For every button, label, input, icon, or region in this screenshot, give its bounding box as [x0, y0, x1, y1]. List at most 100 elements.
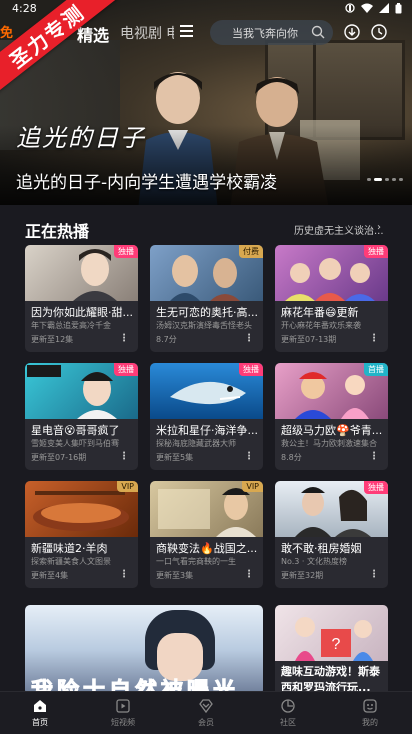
video-card[interactable]: 独播 因为你如此耀眼·甜... 年下霸总追爱高冷千金 更新至12集 ⋮: [25, 245, 138, 352]
card-subtitle: 探索新疆美食人文图景: [31, 557, 111, 566]
video-card[interactable]: VIP 商鞅变法🔥战国之... 一口气看完商鞅的一生 更新至3集 ⋮: [150, 481, 263, 588]
card-title: 新疆味道2·羊肉: [31, 542, 108, 555]
carousel-dots: [367, 178, 403, 181]
signal-icon: [379, 3, 389, 13]
card-badge: 独播: [239, 363, 263, 376]
video-card[interactable]: 独播 星电音😵哥哥疯了 雪姬变美人集吓到马伯骞 更新至07-16期 ⋮: [25, 363, 138, 470]
carousel-dot: [385, 178, 389, 181]
more-options-icon[interactable]: ⋮: [369, 569, 379, 580]
chevron-right-icon[interactable]: ›: [377, 222, 381, 233]
svg-text:?: ?: [332, 636, 341, 653]
card-episode: 8.8分: [281, 453, 302, 462]
card-badge: 独播: [364, 481, 388, 494]
card-badge: 付费: [239, 245, 263, 258]
card-thumbnail: 独播: [275, 481, 388, 537]
card-title: 米拉和星仔·海洋争...: [156, 424, 258, 437]
bottom-tab-label: 首页: [32, 718, 48, 727]
card-episode: 更新至12集: [31, 335, 74, 344]
community-icon: [281, 699, 295, 713]
featured-video-card[interactable]: 我险士自然被曝光: [25, 605, 263, 695]
video-card[interactable]: 独播 米拉和星仔·海洋争... 探秘海底隐藏武器大师 更新至5集 ⋮: [150, 363, 263, 470]
bottom-tab-home[interactable]: 首页: [20, 698, 60, 728]
status-time: 4:28: [12, 1, 37, 15]
tab-partial-left[interactable]: 免: [0, 22, 13, 41]
card-subtitle: No.3 · 文化热度榜: [281, 557, 347, 566]
menu-icon[interactable]: [180, 24, 193, 38]
status-icons: [345, 2, 402, 14]
hero-show-logo: 追光的日子: [16, 124, 146, 152]
card-badge: 独播: [114, 245, 138, 258]
card-subtitle: 一口气看完商鞅的一生: [156, 557, 236, 566]
bottom-tab-community[interactable]: 社区: [268, 698, 308, 728]
download-icon[interactable]: [344, 24, 360, 40]
bottom-tab-profile[interactable]: 我的: [350, 698, 390, 728]
profile-icon: [363, 699, 377, 713]
card-episode: 8.7分: [156, 335, 177, 344]
history-icon[interactable]: [371, 24, 387, 40]
bottom-tab-label: 我的: [362, 718, 378, 727]
video-card[interactable]: 独播 敢不敢·租房婚姻 No.3 · 文化热度榜 更新至32期 ⋮: [275, 481, 388, 588]
bottom-tab-label: 会员: [198, 718, 214, 727]
card-title: 生无可恋的奥托·高...: [156, 306, 258, 319]
vip-diamond-icon: [199, 699, 213, 714]
wifi-icon: [361, 3, 373, 13]
section-more-link[interactable]: 历史虚无主义谈治...: [294, 222, 384, 237]
card-episode: 更新至3集: [156, 571, 194, 580]
carousel-dot: [399, 178, 403, 181]
card-episode: 更新至07-16期: [31, 453, 87, 462]
card-thumbnail: 付费: [150, 245, 263, 301]
card-title: 星电音😵哥哥疯了: [31, 424, 120, 437]
more-options-icon[interactable]: ⋮: [119, 569, 129, 580]
more-options-icon[interactable]: ⋮: [119, 451, 129, 462]
short-video-icon: [116, 699, 130, 713]
card-episode: 更新至07-13期: [281, 335, 337, 344]
card-subtitle: 开心麻花年番欢乐来袭: [281, 321, 361, 330]
search-placeholder: 当我飞奔向你: [232, 26, 298, 40]
more-options-icon[interactable]: ⋮: [369, 333, 379, 344]
carousel-dot: [367, 178, 371, 181]
bottom-navigation: 首页 短视频 会员 社区 我的: [0, 691, 412, 734]
tab-tv-series[interactable]: 电视剧: [120, 23, 162, 43]
card-title: 超级马力欧🍄爷青...: [281, 424, 383, 437]
card-title: 因为你如此耀眼·甜...: [31, 306, 133, 319]
card-badge: 独播: [114, 363, 138, 376]
tab-partial-right[interactable]: 电: [166, 23, 174, 43]
card-subtitle: 探秘海底隐藏武器大师: [156, 439, 236, 448]
card-thumbnail: VIP: [25, 481, 138, 537]
hero-title[interactable]: 追光的日子-内向学生遭遇学校霸凌: [16, 168, 277, 193]
more-options-icon[interactable]: ⋮: [244, 451, 254, 462]
card-thumbnail: 独播: [275, 245, 388, 301]
search-icon[interactable]: [311, 25, 325, 39]
card-episode: 更新至32期: [281, 571, 324, 580]
card-badge: 首播: [364, 363, 388, 376]
card-thumbnail: 独播: [25, 363, 138, 419]
more-options-icon[interactable]: ⋮: [369, 451, 379, 462]
card-episode: 更新至4集: [31, 571, 69, 580]
search-bar[interactable]: 当我飞奔向你: [210, 20, 333, 45]
card-thumbnail: 独播: [25, 245, 138, 301]
video-card[interactable]: 付费 生无可恋的奥托·高... 汤姆汉克斯演绎毒舌怪老头 8.7分 ⋮: [150, 245, 263, 352]
card-subtitle: 雪姬变美人集吓到马伯骞: [31, 439, 119, 448]
card-subtitle: 救公主！马力欧刺激速集合: [281, 439, 377, 448]
card-subtitle: 汤姆汉克斯演绎毒舌怪老头: [156, 321, 252, 330]
video-card[interactable]: ? 趣味互动游戏！斯泰西和罗玛流行玩...: [275, 605, 388, 700]
bottom-tab-short-video[interactable]: 短视频: [103, 698, 143, 728]
card-badge: 独播: [364, 245, 388, 258]
card-title: 麻花年番😄更新: [281, 306, 359, 319]
bottom-tab-vip[interactable]: 会员: [186, 698, 226, 728]
more-options-icon[interactable]: ⋮: [244, 569, 254, 580]
carousel-dot-active: [374, 178, 382, 181]
bottom-tab-label: 短视频: [111, 718, 135, 727]
video-card[interactable]: VIP 新疆味道2·羊肉 探索新疆美食人文图景 更新至4集 ⋮: [25, 481, 138, 588]
card-thumbnail: ?: [275, 605, 388, 661]
video-card[interactable]: 首播 超级马力欧🍄爷青... 救公主！马力欧刺激速集合 8.8分 ⋮: [275, 363, 388, 470]
card-subtitle: 年下霸总追爱高冷千金: [31, 321, 111, 330]
more-options-icon[interactable]: ⋮: [119, 333, 129, 344]
card-thumbnail: 首播: [275, 363, 388, 419]
video-card[interactable]: 独播 麻花年番😄更新 开心麻花年番欢乐来袭 更新至07-13期 ⋮: [275, 245, 388, 352]
home-icon: [34, 700, 46, 712]
more-options-icon[interactable]: ⋮: [244, 333, 254, 344]
bottom-tab-label: 社区: [280, 718, 296, 727]
card-thumbnail: 独播: [150, 363, 263, 419]
battery-icon: [395, 2, 402, 13]
